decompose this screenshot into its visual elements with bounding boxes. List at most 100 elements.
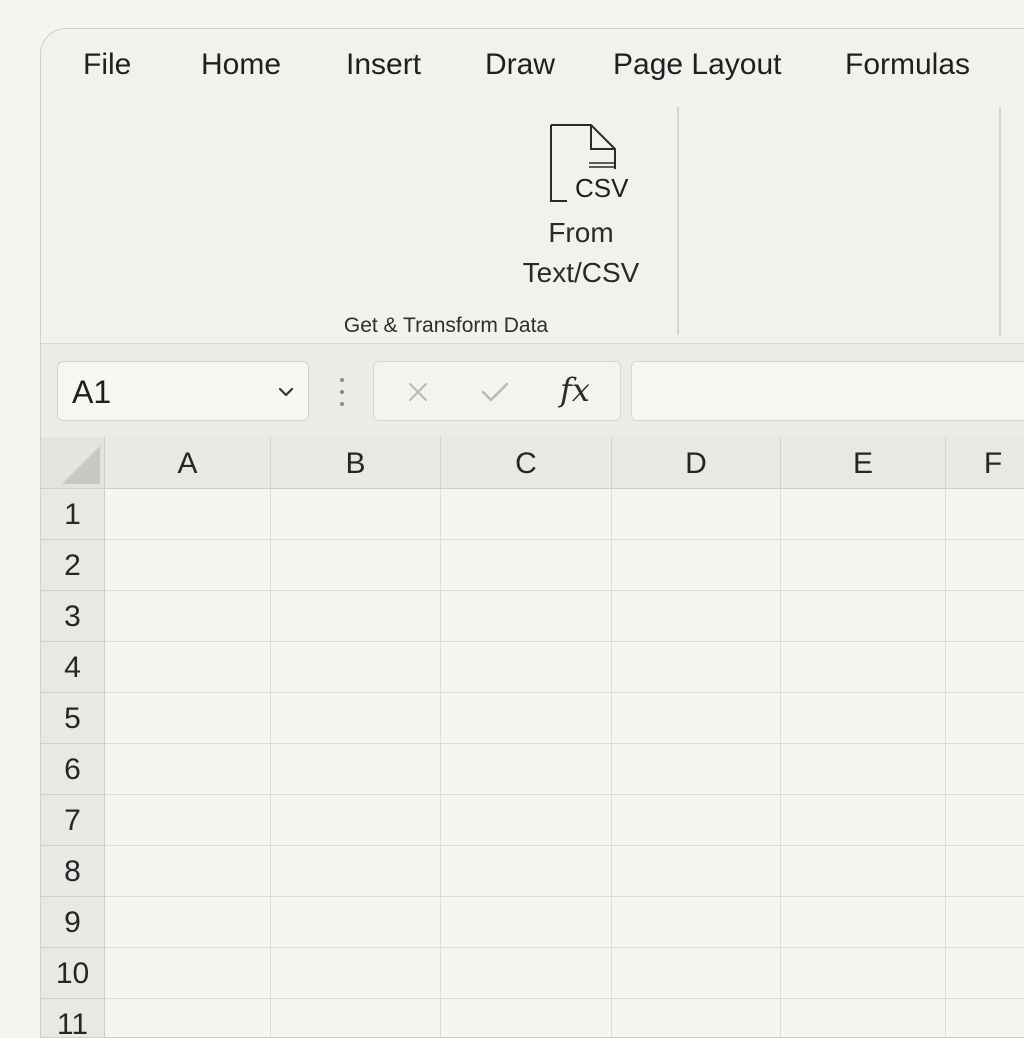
cell-b6[interactable] xyxy=(271,744,441,795)
column-header-f[interactable]: F xyxy=(946,437,1024,489)
tab-page-layout[interactable]: Page Layout xyxy=(613,47,781,83)
cell-a4[interactable] xyxy=(105,642,271,693)
tab-file[interactable]: File xyxy=(83,47,131,83)
cell-d6[interactable] xyxy=(612,744,781,795)
cell-d5[interactable] xyxy=(612,693,781,744)
cell-a11[interactable] xyxy=(105,999,271,1037)
cell-c2[interactable] xyxy=(441,540,612,591)
cell-c8[interactable] xyxy=(441,846,612,897)
cell-b5[interactable] xyxy=(271,693,441,744)
cell-c5[interactable] xyxy=(441,693,612,744)
row-header-1[interactable]: 1 xyxy=(41,489,105,540)
row-header-6[interactable]: 6 xyxy=(41,744,105,795)
cell-f9[interactable] xyxy=(946,897,1024,948)
row-header-4[interactable]: 4 xyxy=(41,642,105,693)
cell-e8[interactable] xyxy=(781,846,946,897)
cell-c6[interactable] xyxy=(441,744,612,795)
cell-f8[interactable] xyxy=(946,846,1024,897)
from-text-csv-button[interactable]: CSV From Text/CSV xyxy=(511,119,651,289)
ribbon-panel: CSV From Text/CSV Get & Transform Data xyxy=(41,101,1024,343)
checkmark-icon[interactable] xyxy=(480,380,510,404)
cell-e5[interactable] xyxy=(781,693,946,744)
cell-e7[interactable] xyxy=(781,795,946,846)
cell-d8[interactable] xyxy=(612,846,781,897)
cell-a10[interactable] xyxy=(105,948,271,999)
cell-a5[interactable] xyxy=(105,693,271,744)
cell-f2[interactable] xyxy=(946,540,1024,591)
cell-d3[interactable] xyxy=(612,591,781,642)
cell-e3[interactable] xyxy=(781,591,946,642)
row-header-5[interactable]: 5 xyxy=(41,693,105,744)
select-all-triangle-icon xyxy=(62,446,100,484)
cell-c9[interactable] xyxy=(441,897,612,948)
cell-e2[interactable] xyxy=(781,540,946,591)
row-header-3[interactable]: 3 xyxy=(41,591,105,642)
cell-a2[interactable] xyxy=(105,540,271,591)
cell-d11[interactable] xyxy=(612,999,781,1037)
cell-b7[interactable] xyxy=(271,795,441,846)
cell-c10[interactable] xyxy=(441,948,612,999)
cell-c1[interactable] xyxy=(441,489,612,540)
cell-c7[interactable] xyxy=(441,795,612,846)
tab-draw[interactable]: Draw xyxy=(485,47,555,83)
cell-b2[interactable] xyxy=(271,540,441,591)
tab-formulas[interactable]: Formulas xyxy=(845,47,970,83)
cell-a8[interactable] xyxy=(105,846,271,897)
cell-b10[interactable] xyxy=(271,948,441,999)
cell-b11[interactable] xyxy=(271,999,441,1037)
cell-d7[interactable] xyxy=(612,795,781,846)
cell-d4[interactable] xyxy=(612,642,781,693)
cell-e6[interactable] xyxy=(781,744,946,795)
formula-input[interactable] xyxy=(631,361,1024,421)
cell-c3[interactable] xyxy=(441,591,612,642)
cell-d1[interactable] xyxy=(612,489,781,540)
tab-home[interactable]: Home xyxy=(201,47,281,83)
row-header-7[interactable]: 7 xyxy=(41,795,105,846)
cell-a1[interactable] xyxy=(105,489,271,540)
row-header-11[interactable]: 11 xyxy=(41,999,105,1037)
cell-a3[interactable] xyxy=(105,591,271,642)
cell-f6[interactable] xyxy=(946,744,1024,795)
cell-f3[interactable] xyxy=(946,591,1024,642)
cell-d2[interactable] xyxy=(612,540,781,591)
cell-e4[interactable] xyxy=(781,642,946,693)
cell-b3[interactable] xyxy=(271,591,441,642)
row-header-9[interactable]: 9 xyxy=(41,897,105,948)
cell-c11[interactable] xyxy=(441,999,612,1037)
column-header-e[interactable]: E xyxy=(781,437,946,489)
column-header-b[interactable]: B xyxy=(271,437,441,489)
column-header-d[interactable]: D xyxy=(612,437,781,489)
chevron-down-icon[interactable] xyxy=(276,382,296,402)
select-all-button[interactable] xyxy=(41,437,105,489)
cell-c4[interactable] xyxy=(441,642,612,693)
cell-d10[interactable] xyxy=(612,948,781,999)
close-icon[interactable] xyxy=(406,380,430,404)
cell-f10[interactable] xyxy=(946,948,1024,999)
row-header-2[interactable]: 2 xyxy=(41,540,105,591)
cell-a9[interactable] xyxy=(105,897,271,948)
cell-e1[interactable] xyxy=(781,489,946,540)
row-header-10[interactable]: 10 xyxy=(41,948,105,999)
cell-f11[interactable] xyxy=(946,999,1024,1037)
column-header-a[interactable]: A xyxy=(105,437,271,489)
cell-a6[interactable] xyxy=(105,744,271,795)
cell-f5[interactable] xyxy=(946,693,1024,744)
column-header-c[interactable]: C xyxy=(441,437,612,489)
row-header-8[interactable]: 8 xyxy=(41,846,105,897)
insert-function-button[interactable]: fx xyxy=(560,370,590,410)
tab-insert[interactable]: Insert xyxy=(346,47,421,83)
cell-b9[interactable] xyxy=(271,897,441,948)
cell-f1[interactable] xyxy=(946,489,1024,540)
cell-b1[interactable] xyxy=(271,489,441,540)
cell-b4[interactable] xyxy=(271,642,441,693)
drag-handle-icon[interactable] xyxy=(337,375,347,409)
cell-f7[interactable] xyxy=(946,795,1024,846)
cell-d9[interactable] xyxy=(612,897,781,948)
cell-b8[interactable] xyxy=(271,846,441,897)
cell-a7[interactable] xyxy=(105,795,271,846)
cell-e9[interactable] xyxy=(781,897,946,948)
cell-f4[interactable] xyxy=(946,642,1024,693)
cell-e11[interactable] xyxy=(781,999,946,1037)
name-box[interactable]: A1 xyxy=(57,361,309,421)
cell-e10[interactable] xyxy=(781,948,946,999)
